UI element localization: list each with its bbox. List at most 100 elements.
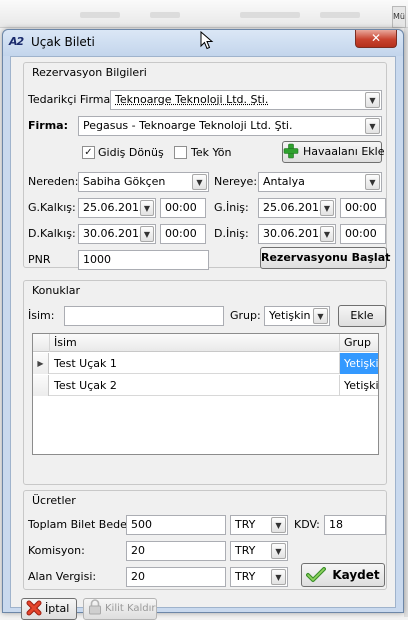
- table-cell-group[interactable]: Yetişkin: [340, 375, 378, 396]
- row-header-corner: [33, 334, 50, 352]
- from-label: Nereden:: [28, 175, 79, 188]
- start-reservation-button[interactable]: Rezervasyonu Başlat: [260, 247, 390, 269]
- save-button[interactable]: Kaydet: [301, 563, 385, 587]
- total-fare-value: 500: [131, 518, 152, 531]
- guests-table[interactable]: İsim Grup ▶ Test Uçak 1 Yetişkin Test Uç…: [32, 333, 379, 455]
- departure-takeoff-date-value: 25.06.2015: [83, 201, 146, 214]
- commission-input[interactable]: 20: [126, 541, 226, 561]
- table-row[interactable]: Test Uçak 2 Yetişkin: [33, 375, 378, 396]
- chevron-down-icon[interactable]: ▼: [313, 308, 328, 324]
- pnr-value: 1000: [83, 253, 111, 266]
- background-edge: [404, 28, 408, 617]
- supplier-label: Tedarikçi Firma:: [28, 93, 114, 106]
- departure-takeoff-time[interactable]: 00:00: [160, 198, 206, 218]
- calendar-dropdown-icon[interactable]: ▼: [140, 200, 154, 216]
- reservation-group-title: Rezervasyon Bilgileri: [32, 66, 147, 79]
- guest-name-label: İsim:: [28, 309, 55, 322]
- column-header-name[interactable]: İsim: [50, 334, 340, 352]
- chevron-down-icon[interactable]: ▼: [365, 92, 380, 108]
- table-cell-group[interactable]: Yetişkin: [340, 353, 378, 374]
- calendar-dropdown-icon[interactable]: ▼: [320, 200, 334, 216]
- departure-landing-date-value: 25.06.2015: [263, 201, 326, 214]
- calendar-dropdown-icon[interactable]: ▼: [140, 226, 154, 242]
- return-takeoff-date[interactable]: 30.06.2015 ▼: [78, 224, 156, 244]
- from-value: Sabiha Gökçen: [83, 175, 166, 188]
- app-logo: A2: [9, 35, 24, 48]
- cancel-x-icon: [26, 600, 42, 616]
- row-selector-arrow-icon[interactable]: ▶: [33, 353, 49, 374]
- return-landing-date-value: 30.06.2015: [263, 227, 326, 240]
- add-airport-button[interactable]: Havaalanı Ekle: [282, 141, 385, 163]
- fees-group-title: Ücretler: [32, 494, 76, 507]
- window-client-area: Rezervasyon Bilgileri Tedarikçi Firma: T…: [10, 56, 396, 620]
- one-way-checkbox[interactable]: [174, 146, 187, 159]
- commission-currency-select[interactable]: TRY ▼: [230, 541, 288, 561]
- close-button[interactable]: ✕: [355, 30, 397, 48]
- table-cell-name[interactable]: Test Uçak 2: [50, 375, 340, 396]
- pnr-input[interactable]: 1000: [78, 250, 209, 270]
- departure-landing-date[interactable]: 25.06.2015 ▼: [258, 198, 336, 218]
- row-selector[interactable]: [33, 375, 49, 396]
- return-takeoff-date-value: 30.06.2015: [83, 227, 146, 240]
- departure-landing-time[interactable]: 00:00: [340, 198, 386, 218]
- window-title: Uçak Bileti: [31, 35, 95, 49]
- chevron-down-icon[interactable]: ▼: [365, 174, 380, 190]
- add-airport-label: Havaalanı Ekle: [303, 145, 385, 158]
- mouse-cursor-icon: [200, 31, 214, 50]
- vat-input[interactable]: 18: [324, 515, 386, 535]
- company-value: Pegasus - Teknoarge Teknoloji Ltd. Şti.: [83, 119, 293, 132]
- return-takeoff-time-value: 00:00: [165, 227, 197, 240]
- calendar-dropdown-icon[interactable]: ▼: [320, 226, 334, 242]
- background-placeholder: [80, 12, 120, 18]
- chevron-down-icon[interactable]: ▼: [271, 517, 286, 533]
- commission-label: Komisyon:: [28, 544, 85, 557]
- one-way-label: Tek Yön: [191, 146, 232, 159]
- return-takeoff-label: D.Kalkış:: [28, 227, 76, 240]
- plus-icon: [283, 143, 299, 159]
- unlock-label: Kilit Kaldır: [105, 603, 156, 614]
- guests-group-title: Konuklar: [32, 284, 81, 297]
- departure-takeoff-date[interactable]: 25.06.2015 ▼: [78, 198, 156, 218]
- supplier-select[interactable]: Teknoarge Teknoloji Ltd. Şti. ▼: [110, 90, 382, 110]
- total-fare-label: Toplam Bilet Bedeli:: [28, 518, 137, 531]
- add-guest-button[interactable]: Ekle: [338, 305, 386, 327]
- to-value: Antalya: [263, 175, 305, 188]
- airport-tax-input[interactable]: 20: [126, 567, 226, 587]
- lock-icon: [89, 599, 101, 615]
- to-select[interactable]: Antalya ▼: [258, 172, 382, 192]
- table-row[interactable]: ▶ Test Uçak 1 Yetişkin: [33, 353, 378, 374]
- guest-group-select[interactable]: Yetişkin ▼: [264, 306, 330, 326]
- guests-group: Konuklar İsim: Grup: Yetişkin ▼ Ekle İsi…: [23, 280, 387, 485]
- chevron-down-icon[interactable]: ▼: [365, 118, 380, 134]
- background-placeholder: [150, 12, 180, 18]
- from-select[interactable]: Sabiha Gökçen ▼: [78, 172, 209, 192]
- fees-group: Ücretler Toplam Bilet Bedeli: 500 TRY ▼ …: [23, 490, 387, 590]
- table-cell-name[interactable]: Test Uçak 1: [50, 353, 340, 374]
- company-select[interactable]: Pegasus - Teknoarge Teknoloji Ltd. Şti. …: [78, 116, 382, 136]
- total-currency-select[interactable]: TRY ▼: [230, 515, 288, 535]
- return-takeoff-time[interactable]: 00:00: [160, 224, 206, 244]
- departure-takeoff-time-value: 00:00: [165, 201, 197, 214]
- chevron-down-icon[interactable]: ▼: [271, 543, 286, 559]
- round-trip-checkbox[interactable]: ✓: [82, 146, 95, 159]
- column-header-group[interactable]: Grup: [340, 334, 378, 352]
- commission-value: 20: [131, 544, 145, 557]
- chevron-down-icon[interactable]: ▼: [271, 569, 286, 585]
- check-icon: [306, 566, 327, 582]
- supplier-value: Teknoarge Teknoloji Ltd. Şti.: [115, 93, 269, 106]
- pnr-label: PNR: [28, 253, 51, 266]
- return-landing-time[interactable]: 00:00: [340, 224, 386, 244]
- chevron-down-icon[interactable]: ▼: [192, 174, 207, 190]
- departure-takeoff-label: G.Kalkış:: [28, 201, 76, 214]
- return-landing-date[interactable]: 30.06.2015 ▼: [258, 224, 336, 244]
- guest-name-input[interactable]: [64, 306, 224, 326]
- airport-tax-currency-value: TRY: [235, 570, 256, 583]
- background-app-bar: Mü: [0, 0, 408, 28]
- background-scroll-tab[interactable]: Mü: [392, 6, 406, 28]
- total-fare-input[interactable]: 500: [126, 515, 226, 535]
- cancel-label: İptal: [45, 602, 70, 615]
- airport-tax-currency-select[interactable]: TRY ▼: [230, 567, 288, 587]
- vat-value: 18: [329, 518, 343, 531]
- airport-tax-value: 20: [131, 570, 145, 583]
- background-placeholder: [320, 12, 360, 18]
